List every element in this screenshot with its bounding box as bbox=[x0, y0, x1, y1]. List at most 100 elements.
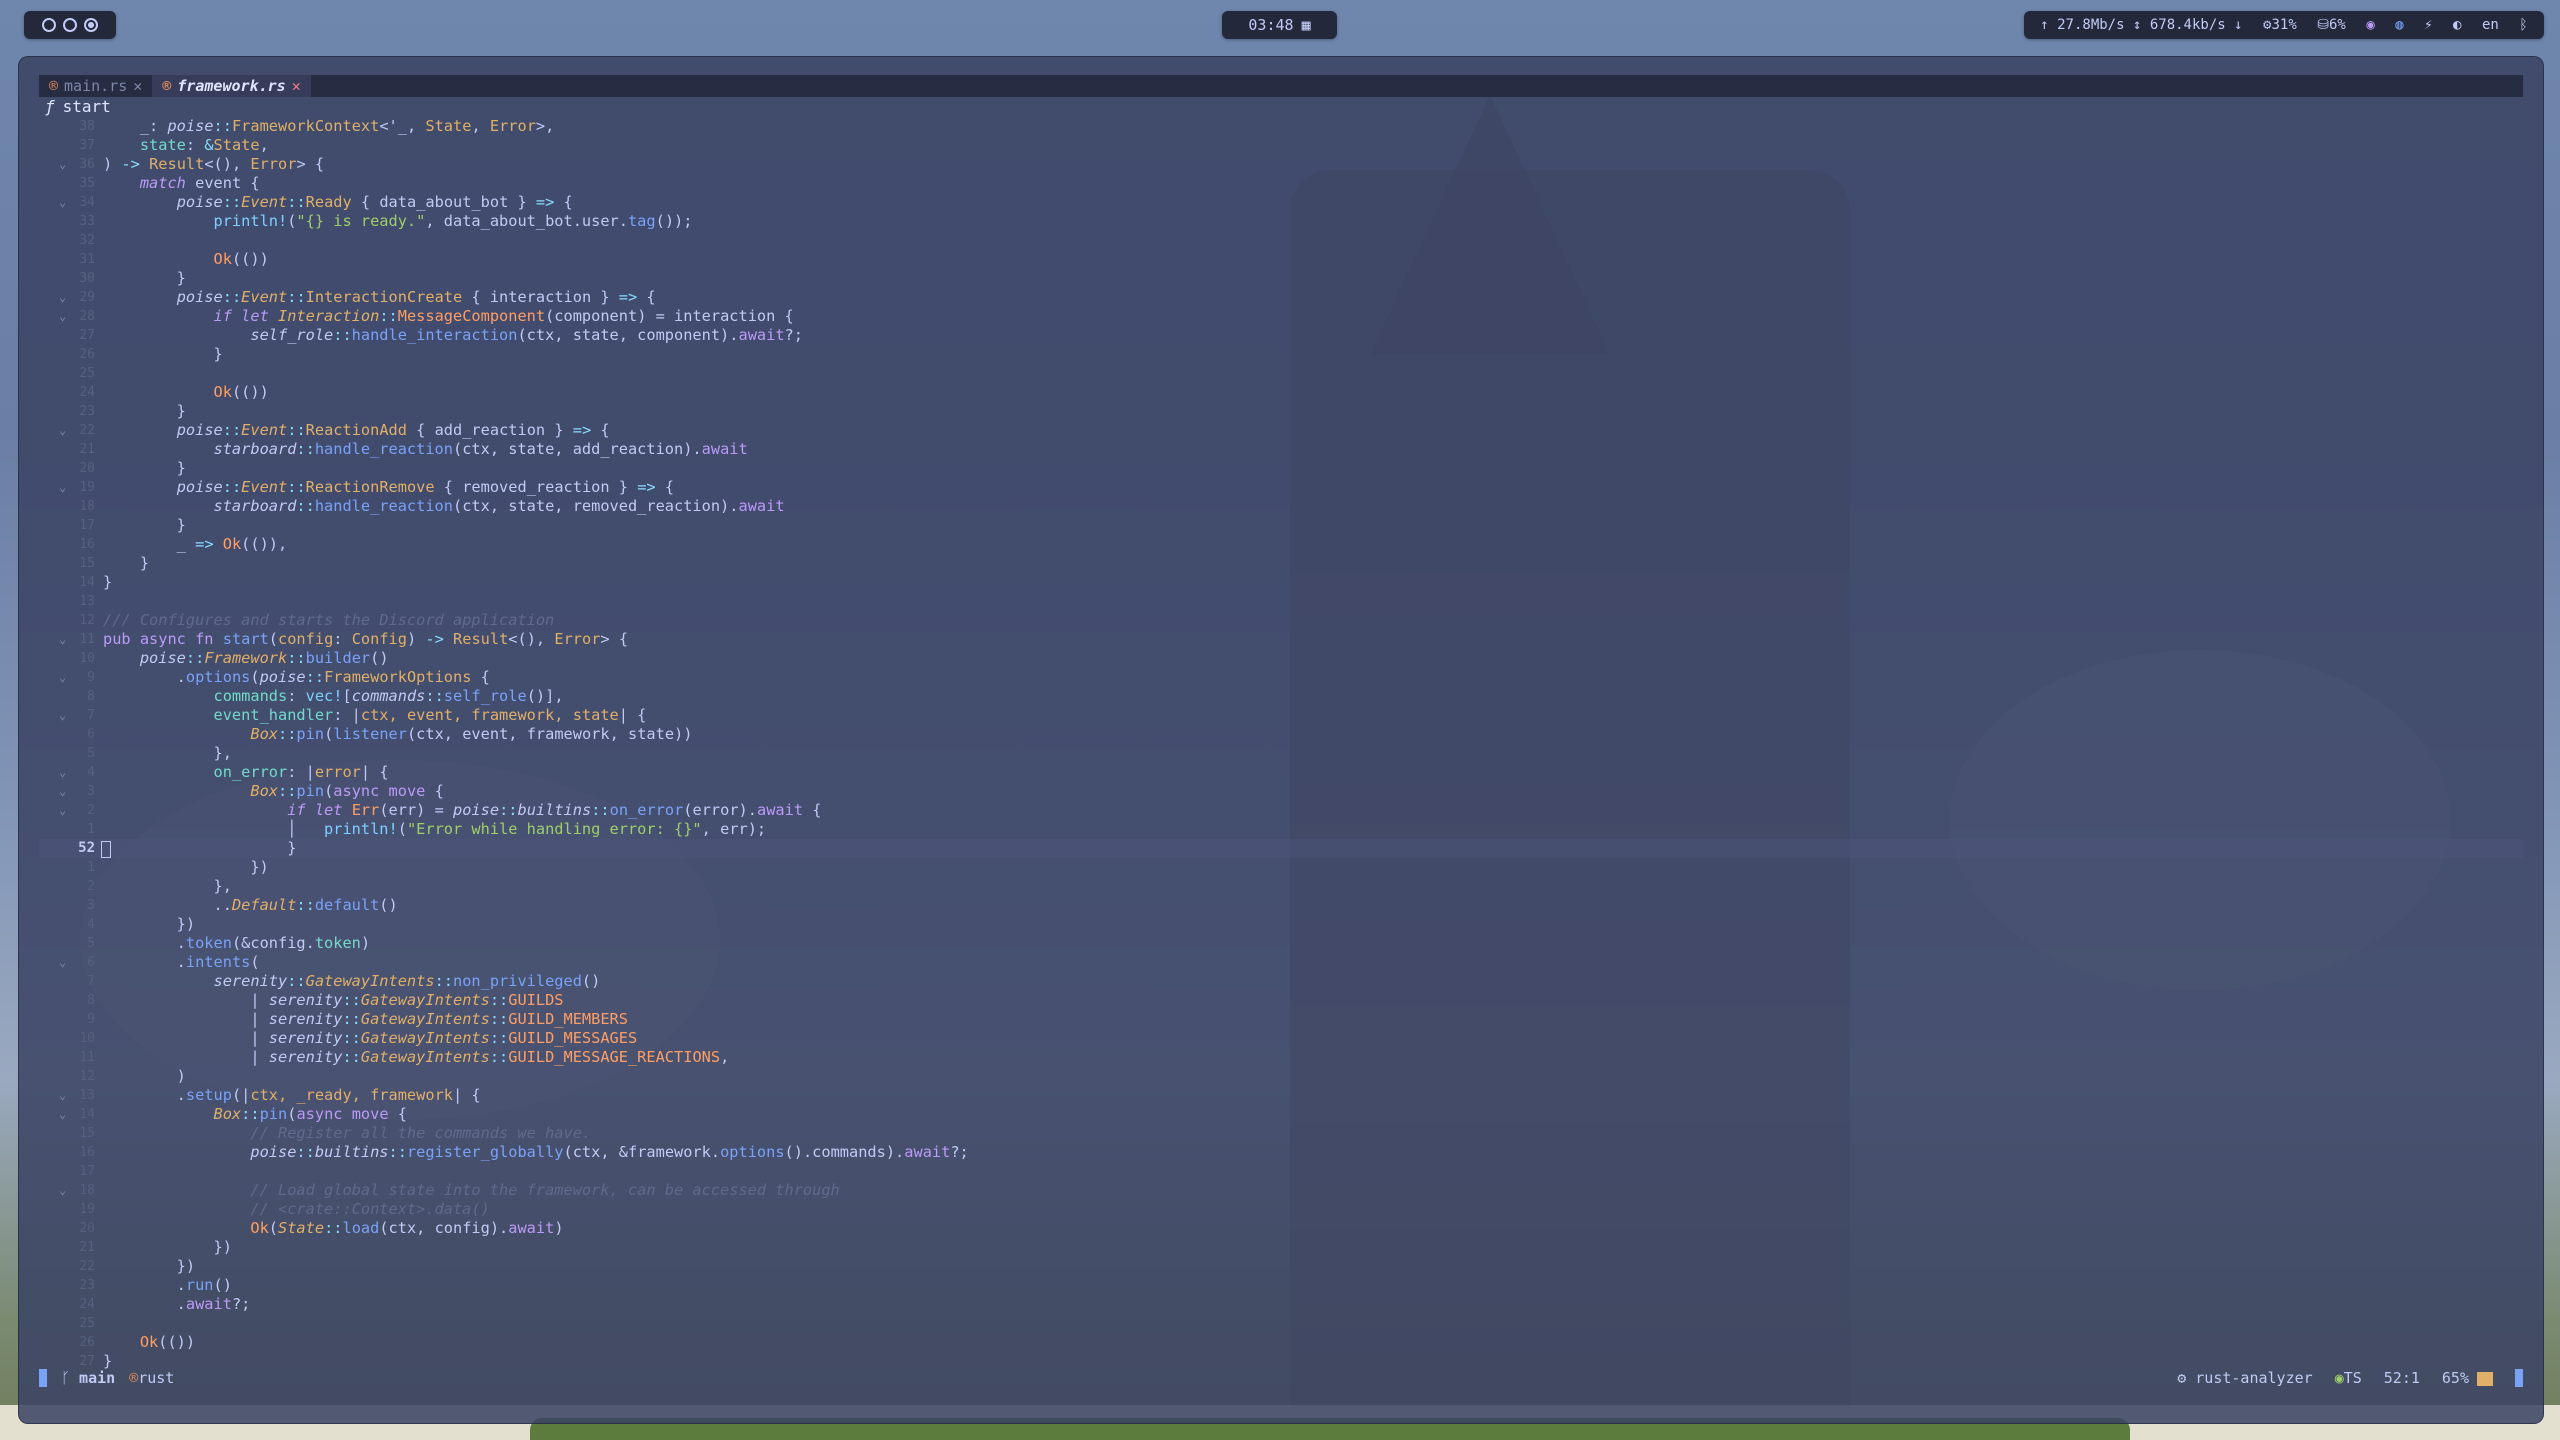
line-number[interactable]: 36 bbox=[39, 155, 95, 174]
fold-chevron-icon[interactable]: ⌄ bbox=[59, 630, 66, 649]
line-number[interactable]: 3 bbox=[39, 782, 95, 801]
workspace-2-button[interactable] bbox=[63, 18, 77, 32]
code-line[interactable]: 4 ⌄ on_error: |error| { bbox=[39, 763, 2523, 782]
clock-widget[interactable]: 03:48 ▦ bbox=[1222, 11, 1337, 39]
line-number[interactable]: 7 bbox=[39, 972, 95, 991]
code-line[interactable]: 17 bbox=[39, 1162, 2523, 1181]
code-line[interactable]: 18 starboard::handle_reaction(ctx, state… bbox=[39, 497, 2523, 516]
code-line[interactable]: 20 Ok(State::load(ctx, config).await) bbox=[39, 1219, 2523, 1238]
code-line[interactable]: 34 ⌄ poise::Event::Ready { data_about_bot… bbox=[39, 193, 2523, 212]
code-line[interactable]: 26 Ok(()) bbox=[39, 1333, 2523, 1352]
line-number[interactable]: 6 bbox=[39, 953, 95, 972]
code-line[interactable]: 20 } bbox=[39, 459, 2523, 478]
fold-chevron-icon[interactable]: ⌄ bbox=[59, 193, 66, 212]
line-number[interactable]: 4 bbox=[39, 915, 95, 934]
line-number[interactable]: 19 bbox=[39, 1200, 95, 1219]
code-line[interactable]: 15 // Register all the commands we have. bbox=[39, 1124, 2523, 1143]
line-number[interactable]: 13 bbox=[39, 592, 95, 611]
code-line[interactable]: 18 ⌄ // Load global state into the framew… bbox=[39, 1181, 2523, 1200]
line-number[interactable]: 29 bbox=[39, 288, 95, 307]
line-number[interactable]: 20 bbox=[39, 1219, 95, 1238]
line-number[interactable]: 23 bbox=[39, 1276, 95, 1295]
keyboard-layout[interactable]: en bbox=[2482, 17, 2499, 33]
code-line[interactable]: 31 Ok(()) bbox=[39, 250, 2523, 269]
line-number[interactable]: 11 bbox=[39, 630, 95, 649]
code-line[interactable]: 25 bbox=[39, 364, 2523, 383]
code-line[interactable]: 32 bbox=[39, 231, 2523, 250]
code-line[interactable]: 21 starboard::handle_reaction(ctx, state… bbox=[39, 440, 2523, 459]
tab-framework-rs[interactable]: ® framework.rs ✕ bbox=[152, 75, 311, 97]
fold-chevron-icon[interactable]: ⌄ bbox=[59, 668, 66, 687]
git-branch[interactable]: ᚴ main bbox=[61, 1369, 115, 1387]
fold-chevron-icon[interactable]: ⌄ bbox=[59, 801, 66, 820]
close-icon[interactable]: ✕ bbox=[133, 77, 142, 95]
fold-chevron-icon[interactable]: ⌄ bbox=[59, 155, 66, 174]
code-line[interactable]: 11 | serenity::GatewayIntents::GUILD_MES… bbox=[39, 1048, 2523, 1067]
code-line[interactable]: 16 poise::builtins::register_globally(ct… bbox=[39, 1143, 2523, 1162]
code-line[interactable]: 30 } bbox=[39, 269, 2523, 288]
code-line[interactable]: 9 | serenity::GatewayIntents::GUILD_MEMB… bbox=[39, 1010, 2523, 1029]
code-line[interactable]: 6 Box::pin(listener(ctx, event, framewor… bbox=[39, 725, 2523, 744]
discord-icon[interactable]: ◉ bbox=[2366, 17, 2374, 33]
line-number[interactable]: 12 bbox=[39, 1067, 95, 1086]
code-line[interactable]: 14} bbox=[39, 573, 2523, 592]
bluetooth-icon[interactable]: ᛒ bbox=[2519, 17, 2527, 33]
code-line[interactable]: 25 bbox=[39, 1314, 2523, 1333]
fold-chevron-icon[interactable]: ⌄ bbox=[59, 706, 66, 725]
code-line[interactable]: 37 state: &State, bbox=[39, 136, 2523, 155]
code-line[interactable]: 19 ⌄ poise::Event::ReactionRemove { remov… bbox=[39, 478, 2523, 497]
line-number[interactable]: 16 bbox=[39, 1143, 95, 1162]
line-number[interactable]: 25 bbox=[39, 364, 95, 383]
line-number[interactable]: 8 bbox=[39, 687, 95, 706]
line-number[interactable]: 31 bbox=[39, 250, 95, 269]
line-number[interactable]: 14 bbox=[39, 1105, 95, 1124]
tab-main-rs[interactable]: ® main.rs ✕ bbox=[39, 75, 152, 97]
line-number[interactable]: 18 bbox=[39, 1181, 95, 1200]
code-line[interactable]: 4 }) bbox=[39, 915, 2523, 934]
code-line[interactable]: 38 _: poise::FrameworkContext<'_, State,… bbox=[39, 117, 2523, 136]
code-line[interactable]: 17 } bbox=[39, 516, 2523, 535]
line-number[interactable]: 14 bbox=[39, 573, 95, 592]
code-line[interactable]: 23 .run() bbox=[39, 1276, 2523, 1295]
steam-icon[interactable]: ◐ bbox=[2453, 17, 2461, 33]
code-line[interactable]: 7 serenity::GatewayIntents::non_privileg… bbox=[39, 972, 2523, 991]
line-number[interactable]: 23 bbox=[39, 402, 95, 421]
line-number[interactable]: 2 bbox=[39, 877, 95, 896]
line-number[interactable]: 27 bbox=[39, 326, 95, 345]
fold-chevron-icon[interactable]: ⌄ bbox=[59, 763, 66, 782]
code-line[interactable]: 16 _ => Ok(()), bbox=[39, 535, 2523, 554]
code-line[interactable]: 13 ⌄ .setup(|ctx, _ready, framework| { bbox=[39, 1086, 2523, 1105]
line-number[interactable]: 11 bbox=[39, 1048, 95, 1067]
workspace-1-button[interactable] bbox=[42, 18, 56, 32]
workspace-3-button[interactable] bbox=[84, 18, 98, 32]
code-line[interactable]: 24 .await?; bbox=[39, 1295, 2523, 1314]
code-line[interactable]: 36 ⌄) -> Result<(), Error> { bbox=[39, 155, 2523, 174]
line-number[interactable]: 28 bbox=[39, 307, 95, 326]
code-line[interactable]: 7 ⌄ event_handler: |ctx, event, framework… bbox=[39, 706, 2523, 725]
line-number[interactable]: 6 bbox=[39, 725, 95, 744]
code-line[interactable]: 1 │ println!("Error while handling error… bbox=[39, 820, 2523, 839]
fold-chevron-icon[interactable]: ⌄ bbox=[59, 421, 66, 440]
fold-chevron-icon[interactable]: ⌄ bbox=[59, 953, 66, 972]
line-number[interactable]: 12 bbox=[39, 611, 95, 630]
code-line[interactable]: 35 match event { bbox=[39, 174, 2523, 193]
code-line[interactable]: 11 ⌄ pub async fn start(config: Config) ->… bbox=[39, 630, 2523, 649]
code-line[interactable]: 13 bbox=[39, 592, 2523, 611]
line-number[interactable]: 17 bbox=[39, 1162, 95, 1181]
line-number[interactable]: 9 bbox=[39, 668, 95, 687]
fold-chevron-icon[interactable]: ⌄ bbox=[59, 1105, 66, 1124]
code-line[interactable]: 5 }, bbox=[39, 744, 2523, 763]
code-line[interactable]: 15 } bbox=[39, 554, 2523, 573]
line-number[interactable]: 13 bbox=[39, 1086, 95, 1105]
cpu-usage[interactable]: ⚙31% bbox=[2263, 17, 2297, 33]
code-line[interactable]: 27 self_role::handle_interaction(ctx, st… bbox=[39, 326, 2523, 345]
code-line[interactable]: 14 ⌄ Box::pin(async move { bbox=[39, 1105, 2523, 1124]
close-icon[interactable]: ✕ bbox=[292, 77, 301, 95]
line-number[interactable]: 33 bbox=[39, 212, 95, 231]
line-number[interactable]: 15 bbox=[39, 554, 95, 573]
line-number[interactable]: 10 bbox=[39, 649, 95, 668]
line-number[interactable]: 21 bbox=[39, 440, 95, 459]
code-line[interactable]: 10 | serenity::GatewayIntents::GUILD_MES… bbox=[39, 1029, 2523, 1048]
fold-chevron-icon[interactable]: ⌄ bbox=[59, 478, 66, 497]
code-line[interactable]: 12 /// Configures and starts the Discord … bbox=[39, 611, 2523, 630]
